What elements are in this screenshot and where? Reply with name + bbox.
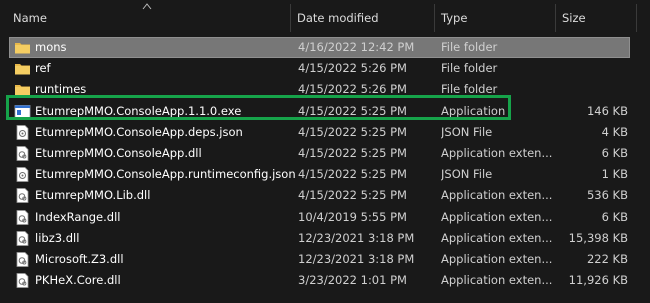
file-date-modified: 4/15/2022 5:25 PM [298, 146, 407, 160]
file-name: libz3.dll [35, 231, 80, 245]
file-name: EtumrepMMO.ConsoleApp.deps.json [35, 125, 243, 139]
file-size: 222 KB [586, 252, 628, 266]
file-size: 146 KB [586, 104, 628, 118]
file-date-modified: 12/23/2021 3:18 PM [298, 231, 415, 245]
file-name: EtumrepMMO.ConsoleApp.dll [35, 146, 202, 160]
file-size: 6 KB [601, 146, 628, 160]
column-divider[interactable] [290, 4, 291, 32]
file-date-modified: 12/23/2021 3:18 PM [298, 252, 415, 266]
file-date-modified: 4/15/2022 5:25 PM [298, 104, 407, 118]
file-size: 11,926 KB [568, 273, 628, 287]
file-type: Application exten... [441, 252, 553, 266]
file-type: Application exten... [441, 231, 553, 245]
file-row[interactable]: mons 4/16/2022 12:42 PM File folder [9, 37, 630, 58]
file-type: JSON File [441, 167, 493, 181]
column-divider[interactable] [434, 4, 435, 32]
dll-file-icon [14, 231, 31, 246]
dll-file-icon [14, 188, 31, 203]
file-row[interactable]: Microsoft.Z3.dll 12/23/2021 3:18 PM Applic… [9, 249, 630, 270]
file-type: JSON File [441, 125, 493, 139]
dll-file-icon [14, 252, 31, 267]
file-type: Application exten... [441, 273, 553, 287]
file-name: mons [35, 40, 67, 54]
file-date-modified: 10/4/2019 5:55 PM [298, 210, 407, 224]
file-name: IndexRange.dll [35, 210, 121, 224]
file-name: EtumrepMMO.ConsoleApp.runtimeconfig.json [35, 167, 295, 181]
file-size: 536 KB [586, 188, 628, 202]
file-size: 4 KB [601, 125, 628, 139]
file-row[interactable]: ref 4/15/2022 5:26 PM File folder [9, 58, 630, 79]
file-name: runtimes [35, 82, 87, 96]
folder-icon [14, 40, 31, 55]
file-type: Application exten... [441, 210, 553, 224]
column-header-date-modified[interactable]: Date modified [297, 0, 379, 34]
file-name: EtumrepMMO.Lib.dll [35, 188, 151, 202]
file-date-modified: 4/15/2022 5:25 PM [298, 125, 407, 139]
file-date-modified: 3/23/2022 1:01 PM [298, 273, 407, 287]
file-size: 6 KB [601, 210, 628, 224]
json-file-icon [14, 125, 31, 140]
json-file-icon [14, 167, 31, 182]
column-header-size[interactable]: Size [562, 0, 586, 34]
application-icon [14, 104, 31, 119]
file-name: Microsoft.Z3.dll [35, 252, 124, 266]
file-type: File folder [441, 40, 498, 54]
column-divider[interactable] [555, 4, 556, 32]
folder-icon [14, 61, 31, 76]
file-type: Application exten... [441, 146, 553, 160]
file-row[interactable]: EtumrepMMO.ConsoleApp.dll 4/15/2022 5:25 … [9, 143, 630, 164]
sort-ascending-icon [142, 3, 152, 10]
column-header-name[interactable]: Name [13, 0, 47, 34]
file-row[interactable]: runtimes 4/15/2022 5:26 PM File folder [9, 79, 630, 100]
file-date-modified: 4/15/2022 5:26 PM [298, 61, 407, 75]
file-row[interactable]: PKHeX.Core.dll 3/23/2022 1:01 PM Applicati… [9, 270, 630, 291]
file-type: File folder [441, 82, 498, 96]
file-name: PKHeX.Core.dll [35, 273, 121, 287]
file-row[interactable]: EtumrepMMO.ConsoleApp.1.1.0.exe 4/15/2022… [9, 101, 630, 122]
column-divider[interactable] [636, 4, 637, 32]
file-date-modified: 4/15/2022 5:25 PM [298, 188, 407, 202]
folder-icon [14, 82, 31, 97]
file-date-modified: 4/15/2022 5:25 PM [298, 167, 407, 181]
file-type: Application exten... [441, 188, 553, 202]
file-row[interactable]: EtumrepMMO.ConsoleApp.runtimeconfig.json… [9, 164, 630, 185]
file-row[interactable]: libz3.dll 12/23/2021 3:18 PM Application e… [9, 228, 630, 249]
file-row[interactable]: IndexRange.dll 10/4/2019 5:55 PM Applicati… [9, 207, 630, 228]
file-date-modified: 4/15/2022 5:26 PM [298, 82, 407, 96]
file-size [550, 38, 628, 57]
file-row[interactable]: EtumrepMMO.Lib.dll 4/15/2022 5:25 PM Appli… [9, 185, 630, 206]
file-type: Application [441, 104, 506, 118]
dll-file-icon [14, 146, 31, 161]
file-size [550, 80, 628, 99]
file-name: EtumrepMMO.ConsoleApp.1.1.0.exe [35, 104, 242, 118]
file-row[interactable]: EtumrepMMO.ConsoleApp.deps.json 4/15/2022… [9, 122, 630, 143]
file-date-modified: 4/16/2022 12:42 PM [298, 40, 415, 54]
dll-file-icon [14, 210, 31, 225]
dll-file-icon [14, 273, 31, 288]
file-size: 15,398 KB [568, 231, 628, 245]
column-header-bar: Name Date modified Type Size [0, 0, 650, 34]
file-size: 1 KB [601, 167, 628, 181]
file-size [550, 59, 628, 78]
file-type: File folder [441, 61, 498, 75]
file-name: ref [35, 61, 51, 75]
column-header-type[interactable]: Type [441, 0, 467, 34]
